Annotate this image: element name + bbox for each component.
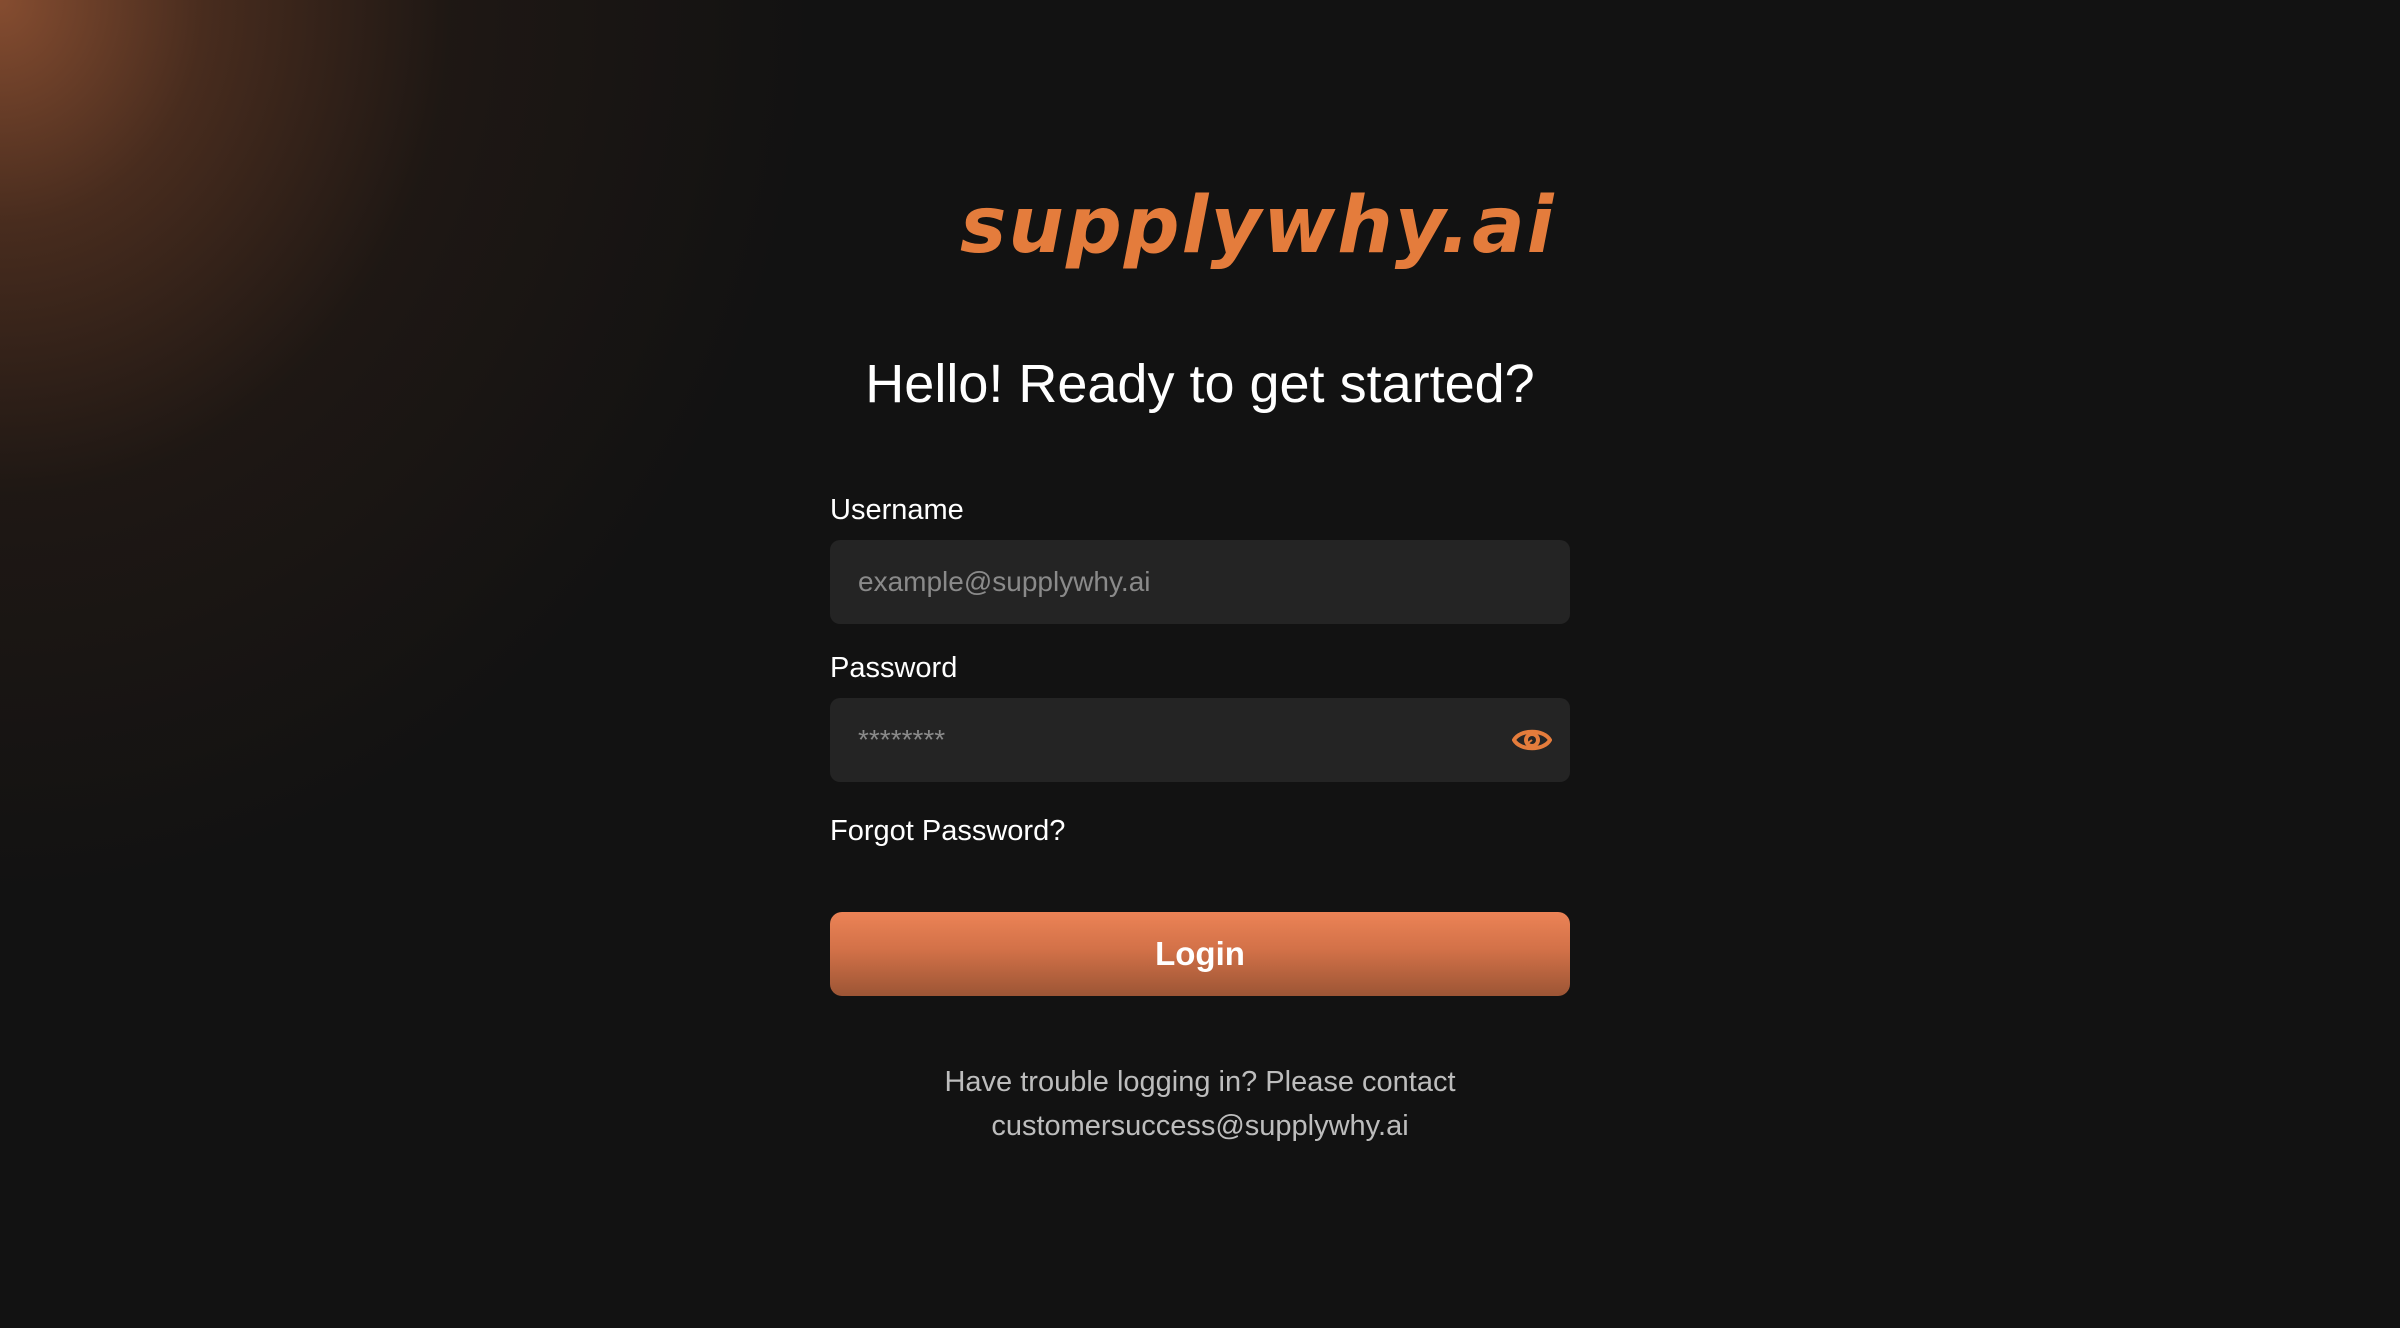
forgot-password-link[interactable]: Forgot Password?: [830, 812, 1065, 850]
password-input[interactable]: [858, 698, 1498, 782]
support-email: customersuccess@supplywhy.ai: [991, 1110, 1409, 1142]
help-text: Have trouble logging in? Please contact …: [800, 1060, 1600, 1148]
password-field-container: [830, 698, 1570, 782]
brand-logo: supplywhy.ai: [960, 181, 1556, 271]
login-button[interactable]: Login: [830, 912, 1570, 996]
username-field-container: [830, 540, 1570, 624]
username-label: Username: [830, 494, 964, 526]
username-input[interactable]: [858, 540, 1498, 624]
password-label: Password: [830, 652, 958, 684]
eye-icon[interactable]: [1511, 720, 1553, 760]
page-title: Hello! Ready to get started?: [865, 354, 1535, 414]
help-text-line1: Have trouble logging in? Please contact: [944, 1066, 1456, 1098]
login-page: supplywhy.ai Hello! Ready to get started…: [0, 0, 2400, 1328]
